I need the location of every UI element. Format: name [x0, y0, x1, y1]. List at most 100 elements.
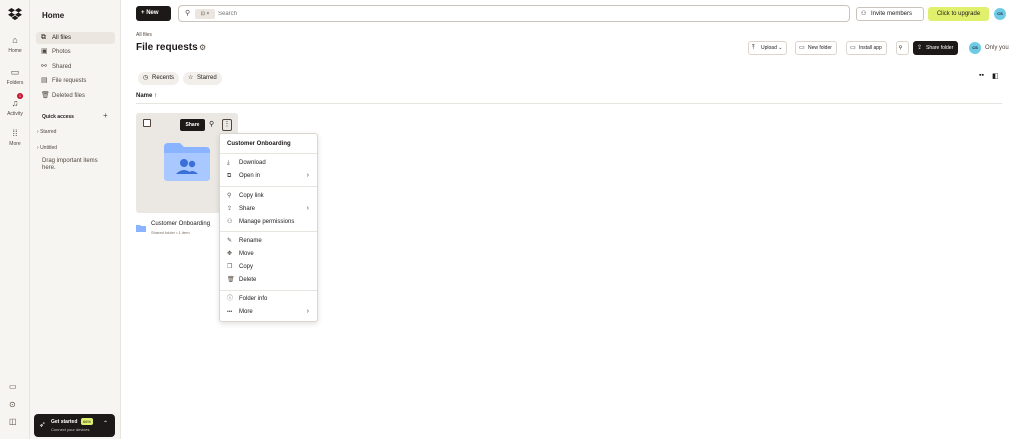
menu-divider [220, 153, 317, 154]
collapse-sidebar-icon[interactable]: ◫ [9, 417, 17, 426]
starred-group[interactable]: › Starred [37, 129, 56, 135]
get-started-card[interactable]: ➶ Get started 66% Connect your devices ⌃ [34, 414, 115, 437]
drag-hint: Drag important items here. [42, 158, 98, 171]
open-in-icon: ⧉ [227, 173, 232, 179]
new-folder-button[interactable]: ▭ New folder [795, 41, 837, 55]
header-divider [136, 103, 1002, 104]
link-icon: ⚲ [227, 193, 232, 199]
menu-item-open-in[interactable]: ⧉ Open in › [220, 170, 317, 182]
menu-item-label: Download [239, 160, 266, 166]
menu-item-folder-info[interactable]: ⓘ Folder info [220, 293, 317, 305]
sidebar-item-label: Photos [52, 49, 71, 55]
search-bar[interactable]: ⚲ ⊡ × [178, 5, 850, 22]
sidebar-item-shared[interactable]: ⚯ Shared [36, 61, 115, 73]
grid-view-icon[interactable]: ▪▪ [979, 72, 984, 79]
search-filter-chip[interactable]: ⊡ × [195, 9, 215, 19]
menu-item-label: Copy [239, 264, 254, 270]
folder-small-icon [136, 225, 146, 232]
menu-item-manage-permissions[interactable]: ⚇ Manage permissions [220, 216, 317, 228]
name-column-label: Name [136, 93, 153, 99]
file-name[interactable]: Customer Onboarding [151, 221, 210, 227]
sidebar-item-file-requests[interactable]: ▤ File requests [36, 75, 115, 87]
menu-item-label: Manage permissions [239, 219, 295, 225]
menu-item-label: Copy link [239, 193, 264, 199]
menu-item-label: Delete [239, 277, 257, 283]
upgrade-button[interactable]: Click to upgrade [928, 7, 989, 21]
menu-item-move[interactable]: ✥ Move [220, 248, 317, 260]
menu-divider [220, 186, 317, 187]
chevron-up-icon[interactable]: ⌃ [103, 420, 108, 427]
share-folder-button[interactable]: ⇪ Share folder [913, 41, 959, 55]
star-icon: ☆ [188, 75, 194, 81]
untitled-group[interactable]: › Untitled [37, 145, 57, 151]
breadcrumb[interactable]: All files [136, 32, 152, 38]
sidebar-item-deleted-files[interactable]: 🗑 Deleted files [36, 90, 115, 102]
menu-item-copy-link[interactable]: ⚲ Copy link [220, 190, 317, 202]
account-avatar[interactable]: CS [994, 8, 1006, 20]
menu-item-rename[interactable]: ✎ Rename [220, 235, 317, 247]
rail-home-label: Home [8, 48, 22, 54]
sort-arrow-icon: ↑ [154, 93, 158, 99]
new-button-label: New [146, 10, 159, 16]
desktop-icon[interactable]: ▭ [9, 382, 17, 391]
page-title: File requests [136, 42, 198, 53]
upload-icon: ⤒ [752, 45, 755, 51]
menu-divider [220, 231, 317, 232]
only-you-label[interactable]: Only you [985, 45, 1009, 51]
member-avatar[interactable]: CS [969, 42, 981, 54]
menu-item-share[interactable]: ⇪ Share › [220, 203, 317, 215]
recents-label: Recents [152, 75, 175, 81]
gear-icon[interactable]: ⚙ [199, 43, 206, 52]
download-icon: ⤓ [227, 160, 230, 166]
new-folder-icon: ▭ [799, 45, 805, 51]
get-started-title: Get started [51, 419, 78, 425]
rail-activity[interactable]: ♫ Activity [0, 97, 30, 117]
search-input[interactable] [218, 9, 618, 19]
move-icon: ✥ [227, 251, 233, 257]
shared-folder-icon [164, 143, 210, 181]
copy-link-button[interactable]: ⚲ [896, 41, 909, 55]
install-app-label: Install app [859, 45, 882, 51]
context-menu: Customer Onboarding ⤓ Download ⧉ Open in › … [219, 133, 318, 322]
progress-percent-badge: 66% [81, 418, 94, 425]
home-icon: ⌂ [12, 35, 18, 45]
more-options-icon[interactable]: ⋮ [222, 119, 232, 131]
help-icon[interactable]: ⊙ [9, 400, 16, 409]
invite-members-button[interactable]: ⚇ Invite members [856, 7, 924, 21]
add-quick-access-icon[interactable]: + [103, 111, 108, 120]
copy-icon: ❐ [227, 264, 233, 270]
chevron-right-icon: › [306, 308, 309, 315]
menu-item-delete[interactable]: 🗑 Delete [220, 274, 317, 286]
rail-more-label: More [9, 141, 21, 147]
sidebar-item-label: Deleted files [52, 93, 86, 99]
permissions-icon: ⚇ [227, 219, 233, 225]
sidebar-item-all-files[interactable]: ⧉ All files [36, 32, 115, 44]
sidebar-item-photos[interactable]: ▣ Photos [36, 46, 115, 58]
clock-icon: ◷ [143, 75, 149, 81]
global-nav-rail: ⌂ Home ▭ Folders ♫ Activity 1 ⁞⁞ More ▭ … [0, 0, 30, 439]
link-icon[interactable]: ⚲ [209, 120, 214, 128]
rail-more[interactable]: ⁞⁞ More [0, 127, 30, 147]
plus-icon: + [141, 10, 145, 16]
name-column-header[interactable]: Name ↑ [136, 93, 157, 99]
ellipsis-icon: ••• [227, 309, 233, 315]
menu-item-copy[interactable]: ❐ Copy [220, 261, 317, 273]
menu-item-download[interactable]: ⤓ Download [220, 157, 317, 169]
chevron-down-icon: ⌄ [778, 45, 783, 51]
quick-access-heading: Quick access [42, 114, 74, 120]
new-button[interactable]: + New [136, 6, 171, 21]
select-checkbox[interactable] [143, 119, 151, 127]
rail-home[interactable]: ⌂ Home [0, 34, 30, 54]
trash-icon: 🗑 [41, 92, 50, 99]
recents-filter[interactable]: ◷ Recents [138, 72, 180, 85]
side-panel-icon[interactable]: ◧ [992, 72, 999, 80]
grid-icon: ⁞⁞ [12, 128, 18, 138]
starred-filter[interactable]: ☆ Starred [183, 72, 222, 85]
menu-item-more[interactable]: ••• More › [220, 306, 317, 318]
menu-title: Customer Onboarding [227, 141, 291, 147]
tile-share-button[interactable]: Share [180, 119, 205, 131]
upload-button[interactable]: ⤒ Upload ⌄ [748, 41, 788, 55]
dropbox-logo-icon[interactable] [8, 8, 22, 20]
install-app-button[interactable]: ▭ Install app [846, 41, 887, 55]
rail-folders[interactable]: ▭ Folders [0, 66, 30, 86]
